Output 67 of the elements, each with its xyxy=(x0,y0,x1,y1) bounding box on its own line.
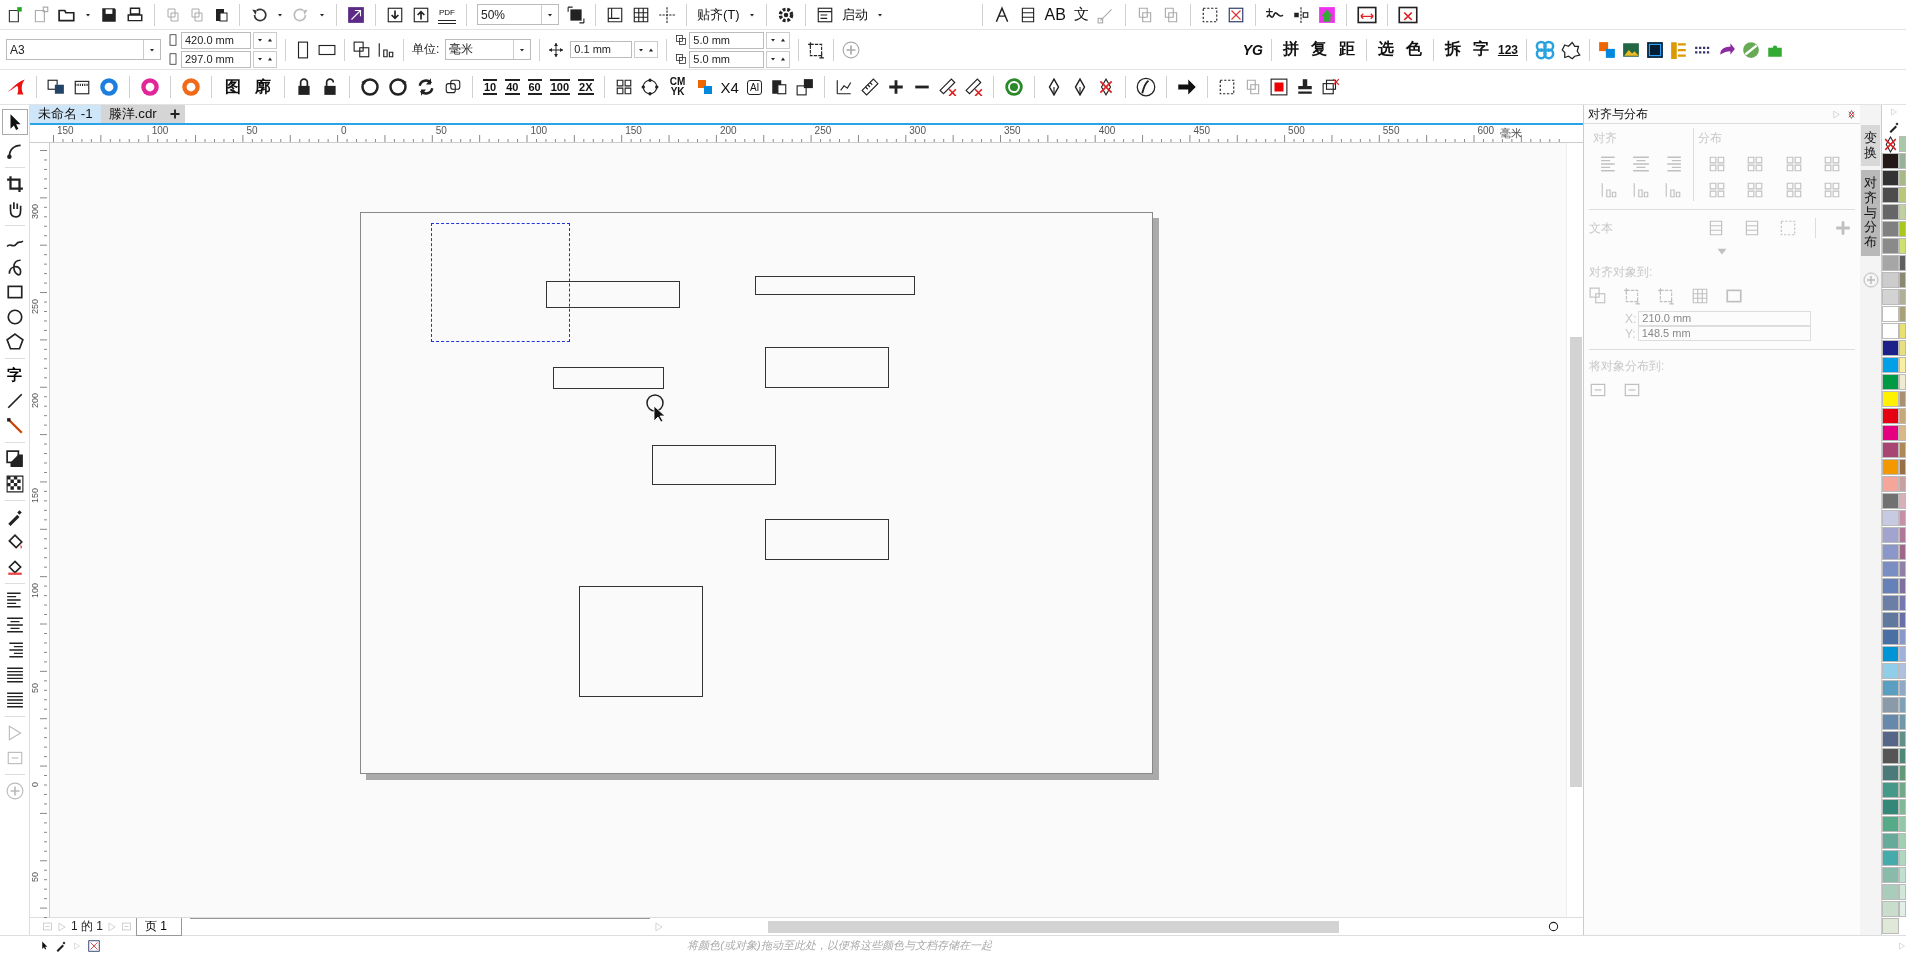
ruler-label: 500 xyxy=(1288,125,1305,136)
page-size-dropdown[interactable]: A3 xyxy=(6,39,161,60)
ruler-label: 150 xyxy=(57,125,74,136)
ruler-label: 50 xyxy=(30,871,40,882)
ruler-label: 150 xyxy=(625,125,642,136)
ruler-unit: 毫米 xyxy=(1500,126,1522,141)
height-field[interactable]: 297.0 mm xyxy=(181,50,251,68)
mode-button[interactable]: X4 xyxy=(720,78,739,96)
char-button[interactable]: 图 xyxy=(222,76,244,98)
macro-button[interactable]: 拆 xyxy=(1441,39,1464,60)
ruler-label: 100 xyxy=(530,125,548,136)
macro-button[interactable]: 距 xyxy=(1335,39,1358,60)
ruler-label: 400 xyxy=(1098,125,1116,136)
ruler-label: 200 xyxy=(719,125,737,136)
ruler-label: 250 xyxy=(814,125,832,136)
text-tool-button[interactable]: AB xyxy=(1044,5,1066,24)
macro-button[interactable]: 字 xyxy=(1469,39,1492,60)
ruler-label: 50 xyxy=(30,682,40,693)
docker-tab[interactable]: 对齐与分布 xyxy=(1860,170,1881,256)
ruler-label: 300 xyxy=(30,203,40,219)
preset-button[interactable]: 60 xyxy=(527,79,542,95)
pdf-button[interactable]: PDF xyxy=(438,5,456,24)
ruler-label: 600 xyxy=(1477,125,1495,136)
snap-menu[interactable]: 贴齐(T) xyxy=(697,5,740,24)
macro-button[interactable]: 选 xyxy=(1374,39,1397,60)
page-counter: 1 的 1 xyxy=(71,918,103,935)
duplicate-y-field[interactable]: 5.0 mm xyxy=(689,50,765,68)
ruler-label: 100 xyxy=(30,582,40,598)
ruler-label: 300 xyxy=(909,125,926,136)
document-tab[interactable]: 未命名 -1 xyxy=(30,105,101,123)
docker-title: 对齐与分布 xyxy=(1588,105,1648,123)
units-label: 单位: xyxy=(412,41,440,58)
ruler-label: 550 xyxy=(1382,125,1400,136)
text-tool-button[interactable]: 文 xyxy=(1073,5,1089,24)
preset-button[interactable]: 100 xyxy=(549,79,571,95)
ruler-label: 0 xyxy=(30,782,40,788)
width-field[interactable]: 420.0 mm xyxy=(181,31,251,49)
ruler-label: 350 xyxy=(1004,125,1021,136)
ruler-label: 200 xyxy=(30,393,40,409)
docker-tab[interactable]: 变换 xyxy=(1860,125,1881,167)
zoom-dropdown[interactable]: 50% xyxy=(477,4,559,25)
macro-button[interactable]: 123 xyxy=(1497,42,1518,57)
macro-button[interactable]: 拼 xyxy=(1279,39,1302,60)
macro-button[interactable]: 色 xyxy=(1402,39,1425,60)
macro-button[interactable]: 复 xyxy=(1307,39,1330,60)
preset-button[interactable]: 40 xyxy=(505,79,520,95)
macro-button[interactable]: YG xyxy=(1242,41,1263,58)
document-tab[interactable]: 滕洋.cdr xyxy=(100,105,165,123)
text-tool[interactable]: 字 xyxy=(7,366,22,385)
launch-menu[interactable]: 启动 xyxy=(841,5,868,24)
ruler-label: 50 xyxy=(246,125,258,136)
ruler-label: 50 xyxy=(435,125,447,136)
nudge-field[interactable]: 0.1 mm xyxy=(570,41,633,58)
ruler-label: 100 xyxy=(151,125,169,136)
preset-button[interactable]: 10 xyxy=(483,79,498,95)
cmyk-button[interactable]: CM YK xyxy=(666,77,689,97)
ai-button[interactable]: AI xyxy=(746,79,763,95)
ruler-label: 0 xyxy=(341,125,347,136)
page-tab[interactable]: 页 1 xyxy=(136,917,183,936)
preset-button[interactable]: 2X xyxy=(578,79,594,95)
palette-hint: 将颜色(或对象)拖动至此处，以便将这些颜色与文档存储在一起 xyxy=(686,938,993,953)
duplicate-x-field[interactable]: 5.0 mm xyxy=(689,31,765,49)
units-dropdown[interactable]: 毫米 xyxy=(445,39,532,60)
ruler-label: 450 xyxy=(1193,125,1211,136)
ruler-label: 250 xyxy=(30,298,40,314)
ruler-label: 150 xyxy=(30,488,40,504)
char-button[interactable]: 廓 xyxy=(252,76,274,98)
